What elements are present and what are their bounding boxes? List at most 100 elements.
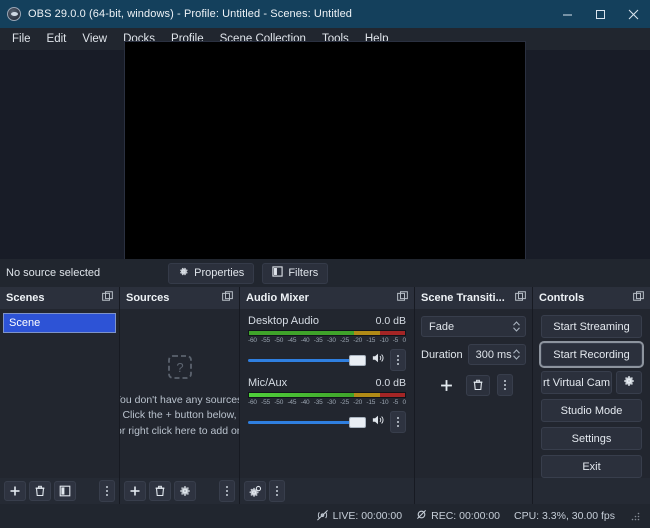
meter-green-segment bbox=[249, 331, 354, 335]
scenes-footer bbox=[0, 478, 119, 504]
meter-tick: -15 bbox=[366, 399, 376, 406]
meter-ticks: -60 -55 -50 -45 -40 -35 -30 -25 -20 -15 … bbox=[248, 399, 406, 406]
no-source-status: No source selected bbox=[6, 267, 101, 279]
obs-logo-icon bbox=[7, 7, 21, 21]
audio-mixer-dock-title: Audio Mixer bbox=[246, 292, 309, 304]
scene-filters-button[interactable] bbox=[54, 481, 76, 501]
scene-list-item[interactable]: Scene bbox=[3, 313, 116, 333]
sources-list[interactable]: ? You don't have any sources. Click the … bbox=[120, 309, 239, 478]
channel-menu-button[interactable] bbox=[390, 349, 406, 371]
add-source-button[interactable] bbox=[124, 481, 146, 501]
sources-dock: Sources ? You don't have any sources. Cl… bbox=[120, 287, 240, 504]
start-recording-button[interactable]: Start Recording bbox=[539, 341, 644, 368]
channel-header: Desktop Audio 0.0 dB bbox=[248, 315, 406, 327]
duration-input[interactable]: 300 ms bbox=[467, 344, 526, 365]
remove-transition-button[interactable] bbox=[465, 374, 490, 396]
close-button[interactable] bbox=[617, 0, 650, 28]
stream-off-icon bbox=[316, 509, 329, 524]
meter-ticks: -60 -55 -50 -45 -40 -35 -30 -25 -20 -15 … bbox=[248, 337, 406, 344]
studio-mode-button[interactable]: Studio Mode bbox=[541, 399, 642, 422]
meter-yellow-segment bbox=[353, 393, 381, 397]
transitions-controls: Fade Duration 300 ms bbox=[415, 309, 532, 396]
meter-tick: -20 bbox=[353, 337, 363, 344]
channel-controls bbox=[248, 349, 406, 371]
scene-item-label: Scene bbox=[9, 317, 41, 329]
advanced-audio-properties-button[interactable] bbox=[244, 481, 266, 501]
spinner-updown-icon[interactable] bbox=[512, 348, 521, 361]
maximize-button[interactable] bbox=[584, 0, 617, 28]
channel-menu-button[interactable] bbox=[390, 411, 406, 433]
meter-tick: 0 bbox=[402, 337, 406, 344]
controls-dock: Controls Start Streaming Start Recording… bbox=[533, 287, 650, 504]
transition-select[interactable]: Fade bbox=[421, 316, 526, 337]
source-options-button[interactable] bbox=[219, 480, 235, 502]
preview-area[interactable] bbox=[0, 41, 650, 268]
start-virtual-cam-button[interactable]: rt Virtual Cam bbox=[541, 371, 612, 394]
mixer-channel: Desktop Audio 0.0 dB -60 -55 -50 -45 -40 bbox=[240, 309, 414, 371]
source-properties-button[interactable] bbox=[174, 481, 196, 501]
sources-empty-line-3: or right click here to add one. bbox=[120, 424, 239, 437]
volume-slider[interactable] bbox=[248, 416, 366, 428]
speaker-icon[interactable] bbox=[371, 351, 385, 369]
transition-buttons bbox=[421, 374, 526, 396]
channel-header: Mic/Aux 0.0 dB bbox=[248, 377, 406, 389]
scene-transitions-dock: Scene Transiti... Fade Duration 300 ms bbox=[415, 287, 533, 504]
audio-mixer-footer bbox=[240, 478, 414, 504]
menu-view[interactable]: View bbox=[74, 30, 115, 48]
meter-tick: -60 bbox=[248, 399, 257, 406]
gear-icon bbox=[178, 266, 189, 280]
speaker-icon[interactable] bbox=[371, 413, 385, 431]
virtual-cam-settings-button[interactable] bbox=[616, 371, 642, 394]
resize-grip-icon[interactable] bbox=[631, 512, 640, 521]
meter-tick: -40 bbox=[300, 399, 310, 406]
cpu-status-text: CPU: 3.3%, 30.00 fps bbox=[514, 510, 615, 522]
exit-button[interactable]: Exit bbox=[541, 455, 642, 478]
float-dock-icon[interactable] bbox=[633, 289, 644, 307]
cpu-status: CPU: 3.3%, 30.00 fps bbox=[514, 510, 615, 522]
minimize-button[interactable] bbox=[551, 0, 584, 28]
transition-options-button[interactable] bbox=[496, 374, 513, 396]
chevron-updown-icon[interactable] bbox=[512, 320, 521, 333]
sources-empty-line-2: Click the + button below, bbox=[122, 409, 237, 422]
meter-tick: -55 bbox=[261, 399, 270, 406]
volume-meter bbox=[248, 392, 406, 398]
properties-button[interactable]: Properties bbox=[168, 262, 255, 284]
menu-file[interactable]: File bbox=[4, 30, 39, 48]
volume-slider-handle[interactable] bbox=[349, 354, 366, 366]
controls-dock-header: Controls bbox=[533, 287, 650, 309]
record-off-icon bbox=[416, 509, 427, 523]
volume-slider-handle[interactable] bbox=[349, 416, 366, 428]
scenes-list[interactable]: Scene bbox=[0, 309, 119, 478]
float-dock-icon[interactable] bbox=[222, 289, 233, 307]
preview-canvas[interactable] bbox=[124, 41, 526, 268]
menu-edit[interactable]: Edit bbox=[39, 30, 75, 48]
add-scene-button[interactable] bbox=[4, 481, 26, 501]
obs-main-window: OBS 29.0.0 (64-bit, windows) - Profile: … bbox=[0, 0, 650, 528]
float-dock-icon[interactable] bbox=[515, 289, 526, 307]
remove-scene-button[interactable] bbox=[29, 481, 51, 501]
mixer-options-button[interactable] bbox=[269, 480, 285, 502]
remove-source-button[interactable] bbox=[149, 481, 171, 501]
meter-tick: -35 bbox=[313, 399, 323, 406]
filters-button[interactable]: Filters bbox=[262, 262, 329, 284]
volume-slider[interactable] bbox=[248, 354, 366, 366]
properties-button-label: Properties bbox=[194, 267, 245, 279]
transitions-body: Fade Duration 300 ms bbox=[415, 309, 532, 478]
audio-mixer-body: Desktop Audio 0.0 dB -60 -55 -50 -45 -40 bbox=[240, 309, 414, 478]
meter-tick: -5 bbox=[392, 337, 399, 344]
start-streaming-button[interactable]: Start Streaming bbox=[541, 315, 642, 338]
channel-controls bbox=[248, 411, 406, 433]
settings-button[interactable]: Settings bbox=[541, 427, 642, 450]
float-dock-icon[interactable] bbox=[397, 289, 408, 307]
scene-options-button[interactable] bbox=[99, 480, 115, 502]
controls-buttons: Start Streaming Start Recording rt Virtu… bbox=[533, 309, 650, 478]
scenes-dock-header: Scenes bbox=[0, 287, 119, 309]
gear-icon bbox=[623, 375, 635, 390]
meter-tick: -50 bbox=[274, 399, 284, 406]
meter-tick: -40 bbox=[300, 337, 310, 344]
float-dock-icon[interactable] bbox=[102, 289, 113, 307]
duration-label: Duration bbox=[421, 348, 463, 361]
question-box-icon: ? bbox=[167, 354, 193, 385]
meter-tick: -30 bbox=[326, 399, 336, 406]
add-transition-button[interactable] bbox=[435, 375, 459, 396]
